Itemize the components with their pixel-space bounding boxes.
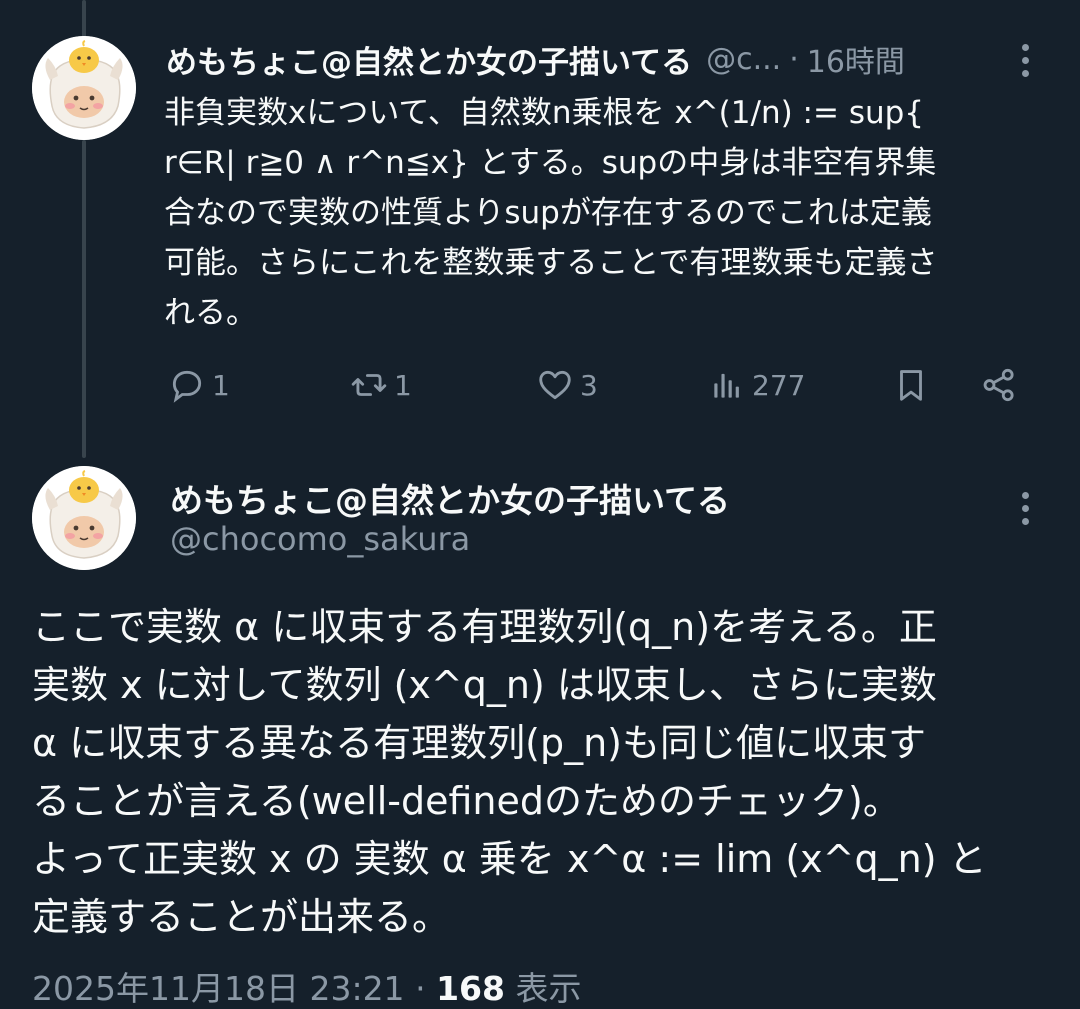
reply-icon [172,370,202,403]
separator-dot: · [415,969,426,1008]
alpaca-chick-avatar-icon [32,466,136,570]
tweet2-text: ここで実数 α に収束する有理数列(q_n)を考える。正 実数 x に対して数列… [32,598,1042,946]
tweet-text-line: ることが言える(well-definedのためのチェック)。 [32,779,901,823]
tweet-text-line: r∈R| r≧0 ∧ r^n≦x} とする。supの中身は非空有界集 [164,145,937,181]
like-button[interactable]: 3 [536,360,598,410]
display-name[interactable]: めもちょこ@自然とか女の子描いてる [166,37,692,82]
reply-button[interactable]: 1 [168,360,230,410]
view-count: 277 [752,368,806,402]
tweet-text-line: 合なので実数の性質よりsupが存在するのでこれは定義 [164,195,932,231]
share-icon [983,368,1014,402]
tweet-text-line: よって正実数 x の 実数 α 乗を x^α := lim (x^q_n) と [32,837,987,881]
tweet-text-line: 定義することが出来る。 [32,895,451,939]
views-icon [714,373,739,398]
share-button[interactable] [980,360,1018,410]
tweet2-meta: 2025年11月18日 23:21 · 168 表示 [32,962,581,1009]
retweet-button[interactable]: 1 [350,360,412,410]
like-count: 3 [580,368,598,402]
post-timestamp[interactable]: 2025年11月18日 23:21 [32,969,405,1008]
tweet-text-line: ここで実数 α に収束する有理数列(q_n)を考える。正 [32,605,937,649]
bookmark-button[interactable] [892,360,930,410]
more-icon [1010,490,1040,525]
tweet-text-line: 非負実数xについて、自然数n乗根を x^(1/n) := sup{ [164,95,925,131]
more-options-button[interactable] [1010,42,1040,78]
tweet1-action-bar: 1 1 3 277 [160,360,1040,410]
thread-line-connector [82,140,86,458]
retweet-icon [351,374,387,396]
handle[interactable]: @chocomo_sakura [170,520,470,558]
views-count: 168 [436,969,505,1008]
views-button[interactable]: 277 [708,360,805,410]
tweet1-header: めもちょこ@自然とか女の子描いてる @c... · 16時間 [166,36,996,82]
more-icon [1010,42,1040,77]
tweet-text-line: α に収束する異なる有理数列(p_n)も同じ値に収束す [32,721,926,765]
retweet-count: 1 [394,368,412,402]
display-name[interactable]: めもちょこ@自然とか女の子描いてる [170,474,730,522]
handle[interactable]: @c... [706,42,781,77]
tweet1-text: 非負実数xについて、自然数n乗根を x^(1/n) := sup{ r∈R| r… [164,88,1044,338]
alpaca-chick-avatar-icon [32,36,136,140]
more-options-button[interactable] [1010,490,1040,526]
like-icon [539,370,571,400]
bookmark-icon [900,370,922,401]
thread-line-top [82,0,86,40]
avatar[interactable] [32,466,136,570]
tweet-text-line: 実数 x に対して数列 (x^q_n) は収束し、さらに実数 [32,663,937,707]
tweet-text-line: 可能。さらにこれを整数乗することで有理数乗も定義さ [164,245,938,281]
avatar[interactable] [32,36,136,140]
views-label: 表示 [515,969,582,1008]
separator-dot: · [789,41,799,77]
reply-count: 1 [212,368,230,402]
timestamp[interactable]: 16時間 [807,37,905,81]
tweet-text-line: れる。 [164,295,257,331]
